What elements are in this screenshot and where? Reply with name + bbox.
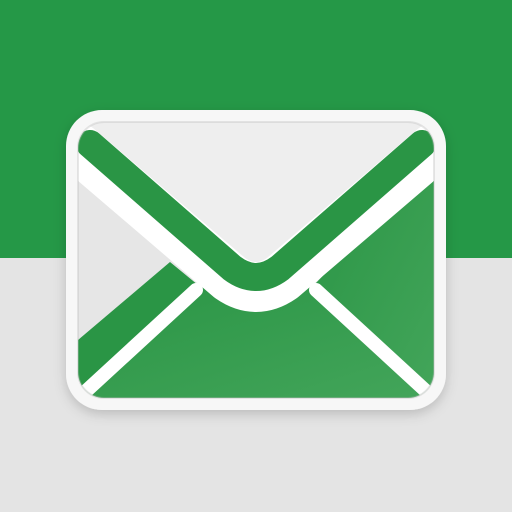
mail-envelope-icon: [66, 110, 446, 410]
app-icon-tile: [0, 0, 512, 512]
